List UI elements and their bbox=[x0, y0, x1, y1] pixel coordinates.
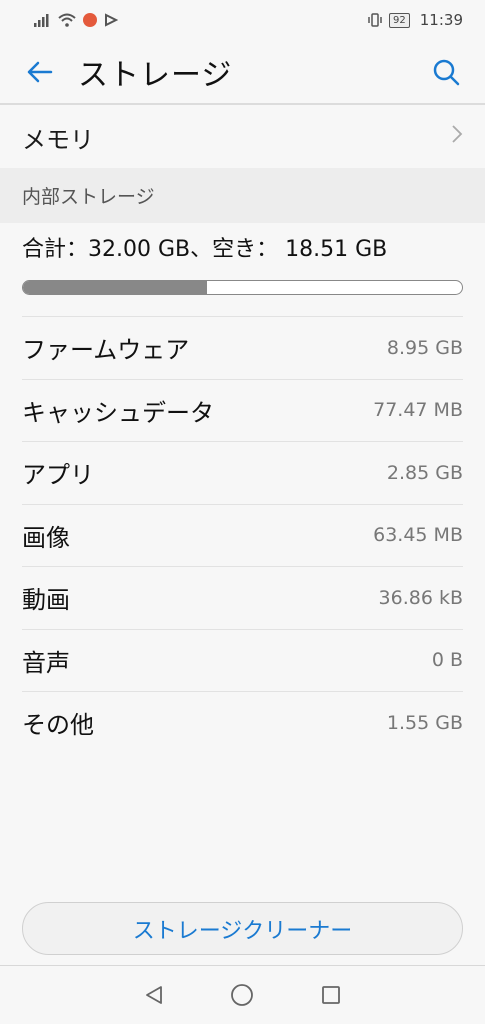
category-size: 2.85 GB bbox=[386, 461, 463, 484]
category-size: 8.95 GB bbox=[386, 336, 463, 359]
storage-category-row: ファームウェア 8.95 GB bbox=[22, 316, 463, 379]
search-icon bbox=[433, 59, 460, 86]
category-size: 77.47 MB bbox=[373, 399, 463, 422]
app-notification-icon bbox=[83, 13, 97, 27]
section-title: 内部ストレージ bbox=[22, 186, 155, 208]
navigation-bar bbox=[0, 965, 485, 1024]
storage-progress-bar bbox=[22, 280, 463, 295]
circle-home-icon bbox=[231, 984, 254, 1006]
clock: 11:39 bbox=[419, 11, 463, 29]
nav-recents-button[interactable] bbox=[316, 980, 346, 1010]
category-size: 0 B bbox=[431, 649, 463, 672]
status-left bbox=[34, 12, 118, 28]
wifi-icon bbox=[58, 13, 76, 27]
square-recents-icon bbox=[321, 986, 340, 1004]
storage-progress-fill bbox=[23, 281, 208, 294]
cast-icon bbox=[105, 13, 118, 27]
storage-category-row: キャッシュデータ 77.47 MB bbox=[22, 378, 463, 442]
storage-cleaner-label: ストレージクリーナー bbox=[132, 918, 353, 944]
arrow-left-icon bbox=[27, 61, 53, 83]
nav-back-button[interactable] bbox=[139, 980, 169, 1010]
vibrate-icon bbox=[368, 13, 382, 27]
storage-summary: 合計：32.00 GB、空き： 18.51 GB bbox=[22, 237, 388, 262]
storage-category-row: その他 1.55 GB bbox=[22, 691, 463, 754]
storage-cleaner-button[interactable]: ストレージクリーナー bbox=[22, 902, 463, 955]
storage-category-row: 動画 36.86 kB bbox=[22, 566, 463, 629]
category-size: 36.86 kB bbox=[378, 586, 463, 609]
category-size: 63.45 MB bbox=[373, 524, 463, 547]
battery-level: 92 bbox=[389, 12, 410, 28]
category-label: 音声 bbox=[22, 648, 70, 677]
category-label: その他 bbox=[22, 711, 94, 740]
chevron-right-icon bbox=[451, 124, 463, 150]
category-label: 画像 bbox=[22, 523, 70, 552]
storage-category-row: 画像 63.45 MB bbox=[22, 503, 463, 567]
storage-category-list: ファームウェア 8.95 GB キャッシュデータ 77.47 MB アプリ 2.85 GB… bbox=[22, 316, 463, 754]
category-label: 動画 bbox=[22, 586, 70, 615]
triangle-back-icon bbox=[146, 986, 163, 1004]
status-right: 92 11:39 bbox=[367, 11, 463, 29]
nav-home-button[interactable] bbox=[227, 980, 257, 1010]
category-size: 1.55 GB bbox=[386, 711, 463, 734]
signal-icon bbox=[34, 14, 49, 27]
status-bar: 92 11:39 bbox=[0, 0, 485, 40]
storage-category-row: 音声 0 B bbox=[22, 628, 463, 692]
category-label: アプリ bbox=[22, 461, 94, 490]
header-divider bbox=[0, 103, 485, 105]
category-label: ファームウェア bbox=[22, 336, 190, 365]
category-label: キャッシュデータ bbox=[22, 398, 214, 427]
search-button[interactable] bbox=[429, 55, 463, 89]
memory-label: メモリ bbox=[22, 125, 94, 154]
memory-row[interactable]: メモリ bbox=[0, 106, 485, 168]
back-button[interactable] bbox=[22, 55, 56, 89]
page-title: ストレージ bbox=[78, 58, 233, 93]
storage-category-row: アプリ 2.85 GB bbox=[22, 441, 463, 504]
section-header: 内部ストレージ bbox=[0, 168, 485, 223]
app-bar: ストレージ bbox=[0, 40, 485, 104]
